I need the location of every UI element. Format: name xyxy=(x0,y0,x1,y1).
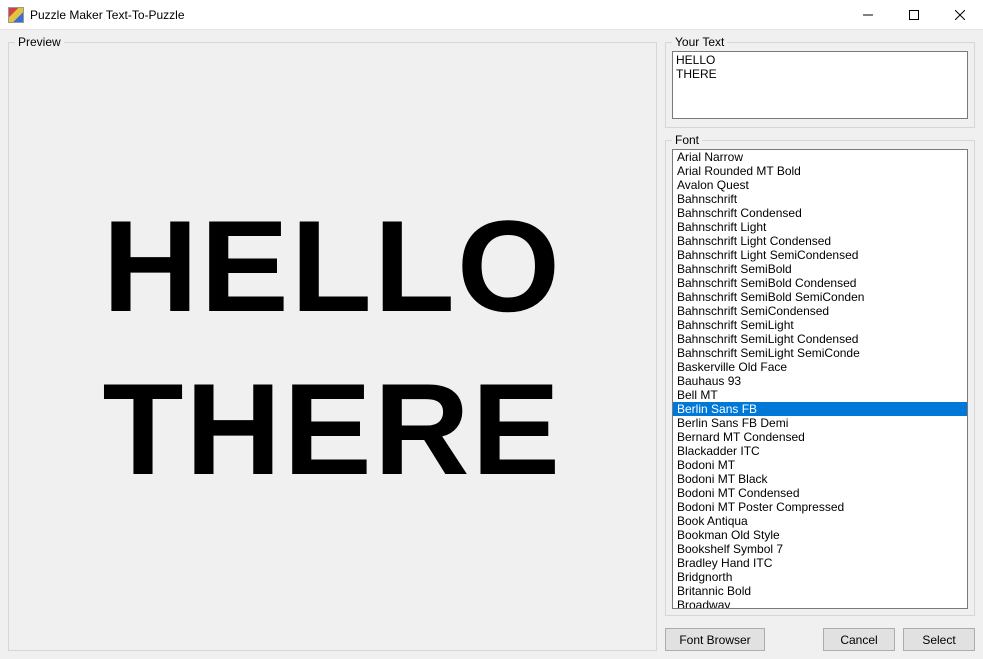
preview-canvas: HELLO THERE xyxy=(15,51,650,644)
font-item[interactable]: Baskerville Old Face xyxy=(673,360,967,374)
titlebar: Puzzle Maker Text-To-Puzzle xyxy=(0,0,983,30)
font-item[interactable]: Bell MT xyxy=(673,388,967,402)
font-item[interactable]: Britannic Bold xyxy=(673,584,967,598)
font-item[interactable]: Bahnschrift SemiBold xyxy=(673,262,967,276)
select-button[interactable]: Select xyxy=(903,628,975,651)
font-item[interactable]: Bradley Hand ITC xyxy=(673,556,967,570)
font-item[interactable]: Arial Rounded MT Bold xyxy=(673,164,967,178)
preview-groupbox: Preview HELLO THERE xyxy=(8,42,657,651)
font-item[interactable]: Arial Narrow xyxy=(673,150,967,164)
font-item[interactable]: Berlin Sans FB xyxy=(673,402,967,416)
font-listbox[interactable]: Arial NarrowArial Rounded MT BoldAvalon … xyxy=(672,149,968,609)
cancel-button[interactable]: Cancel xyxy=(823,628,895,651)
font-legend: Font xyxy=(672,133,702,147)
app-icon xyxy=(8,7,24,23)
preview-legend: Preview xyxy=(15,35,64,49)
font-item[interactable]: Bauhaus 93 xyxy=(673,374,967,388)
font-item[interactable]: Bahnschrift Condensed xyxy=(673,206,967,220)
font-item[interactable]: Bodoni MT Poster Compressed xyxy=(673,500,967,514)
font-item[interactable]: Bridgnorth xyxy=(673,570,967,584)
font-groupbox: Font Arial NarrowArial Rounded MT BoldAv… xyxy=(665,140,975,616)
font-item[interactable]: Bahnschrift SemiCondensed xyxy=(673,304,967,318)
window-title: Puzzle Maker Text-To-Puzzle xyxy=(30,8,185,22)
font-item[interactable]: Bernard MT Condensed xyxy=(673,430,967,444)
font-item[interactable]: Bahnschrift Light SemiCondensed xyxy=(673,248,967,262)
button-row: Font Browser Cancel Select xyxy=(665,622,975,651)
font-item[interactable]: Avalon Quest xyxy=(673,178,967,192)
your-text-input[interactable] xyxy=(672,51,968,119)
font-item[interactable]: Book Antiqua xyxy=(673,514,967,528)
font-item[interactable]: Bahnschrift SemiLight SemiConde xyxy=(673,346,967,360)
right-column: Your Text Font Arial NarrowArial Rounded… xyxy=(665,36,975,651)
maximize-button[interactable] xyxy=(891,0,937,30)
font-item[interactable]: Bahnschrift Light Condensed xyxy=(673,234,967,248)
font-item[interactable]: Bahnschrift xyxy=(673,192,967,206)
preview-text: HELLO THERE xyxy=(103,185,563,510)
font-browser-button[interactable]: Font Browser xyxy=(665,628,765,651)
font-item[interactable]: Bahnschrift SemiLight xyxy=(673,318,967,332)
font-item[interactable]: Bahnschrift SemiLight Condensed xyxy=(673,332,967,346)
client-area: Preview HELLO THERE Your Text Font Arial… xyxy=(0,30,983,659)
font-item[interactable]: Bookman Old Style xyxy=(673,528,967,542)
font-item[interactable]: Broadway xyxy=(673,598,967,609)
close-button[interactable] xyxy=(937,0,983,30)
font-item[interactable]: Bodoni MT Condensed xyxy=(673,486,967,500)
font-item[interactable]: Bookshelf Symbol 7 xyxy=(673,542,967,556)
font-item[interactable]: Bodoni MT xyxy=(673,458,967,472)
font-item[interactable]: Bahnschrift Light xyxy=(673,220,967,234)
minimize-button[interactable] xyxy=(845,0,891,30)
your-text-groupbox: Your Text xyxy=(665,42,975,128)
preview-column: Preview HELLO THERE xyxy=(8,36,657,651)
font-item[interactable]: Berlin Sans FB Demi xyxy=(673,416,967,430)
font-item[interactable]: Bahnschrift SemiBold SemiConden xyxy=(673,290,967,304)
font-item[interactable]: Blackadder ITC xyxy=(673,444,967,458)
your-text-legend: Your Text xyxy=(672,35,727,49)
font-item[interactable]: Bahnschrift SemiBold Condensed xyxy=(673,276,967,290)
font-item[interactable]: Bodoni MT Black xyxy=(673,472,967,486)
